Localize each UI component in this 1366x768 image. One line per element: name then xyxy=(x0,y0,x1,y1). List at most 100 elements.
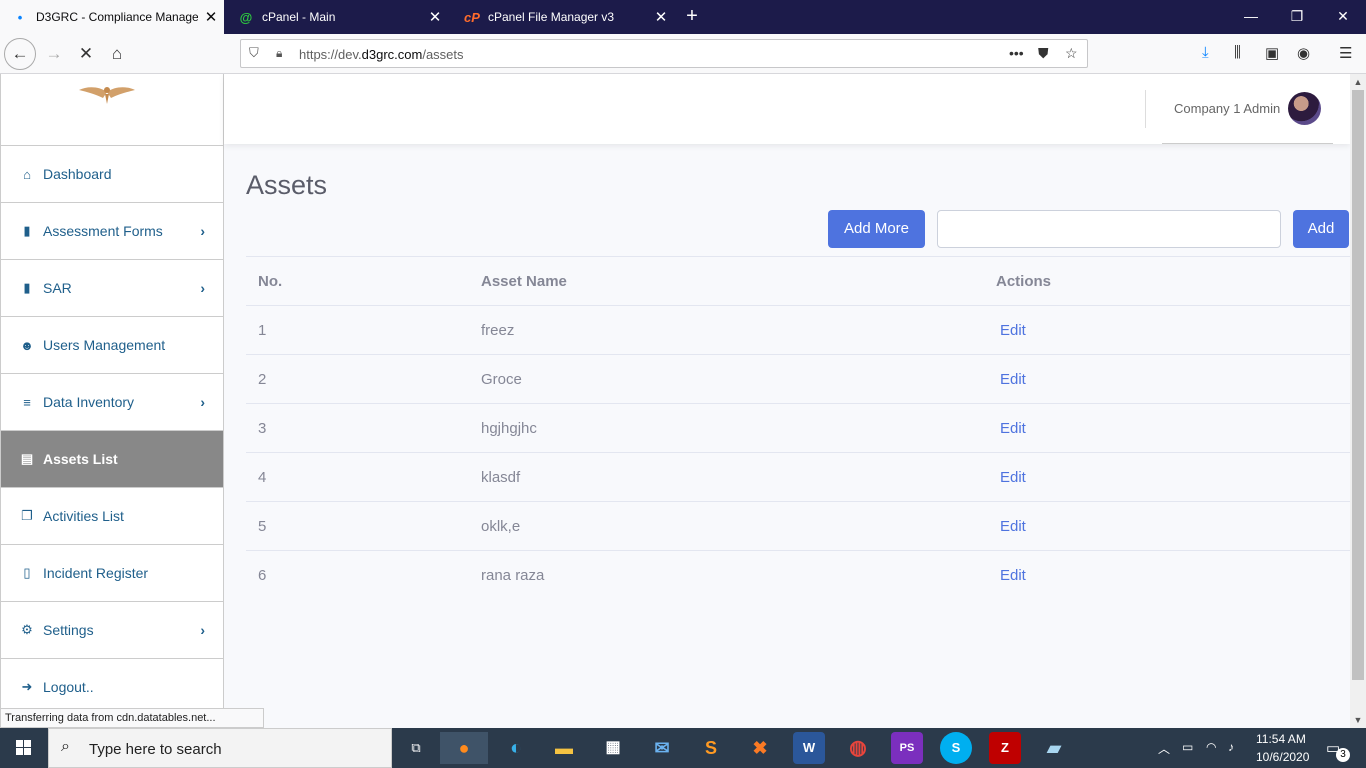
file-icon: ▮ xyxy=(23,280,31,295)
cpanel-at-icon: @ xyxy=(239,9,253,25)
column-header-no[interactable]: No. xyxy=(258,273,282,290)
table-row: 2 Groce Edit xyxy=(246,354,1350,403)
chevron-right-icon: › xyxy=(200,280,205,296)
users-icon: ☻ xyxy=(20,337,34,353)
edit-link[interactable]: Edit xyxy=(1000,518,1026,535)
shield-icon[interactable]: ⛉ xyxy=(249,45,259,61)
database-icon: ≡ xyxy=(23,394,31,410)
user-name[interactable]: Company 1 Admin xyxy=(1174,101,1280,116)
minimize-icon[interactable]: — xyxy=(1228,0,1274,34)
edit-link[interactable]: Edit xyxy=(1000,420,1026,437)
sidebar-toggle-icon[interactable]: ▣ xyxy=(1265,44,1279,62)
sidebar-item-incident-register[interactable]: ▯ Incident Register xyxy=(1,545,223,602)
page-title: Assets xyxy=(246,170,328,200)
clock-date[interactable]: 10/6/2020 xyxy=(1256,750,1309,764)
home-button[interactable]: ⌂ xyxy=(101,38,133,70)
sidebar-item-label: Activities List xyxy=(43,508,124,524)
file-explorer-icon[interactable]: ▬ xyxy=(548,732,580,764)
table-row: 3 hgjhgjhc Edit xyxy=(246,403,1350,452)
sidebar-item-assets-list[interactable]: ▤ Assets List xyxy=(1,431,223,488)
tray-chevron-up-icon[interactable]: ︿ xyxy=(1158,740,1170,757)
start-button[interactable] xyxy=(0,728,48,768)
sidebar-item-label: Settings xyxy=(43,622,94,638)
download-icon[interactable]: ⤓ xyxy=(1202,44,1209,61)
url-bar[interactable]: ⛉ 🔒︎ https://dev.d3grc.com/assets ••• ⛊ … xyxy=(240,39,1088,68)
tab-d3grc[interactable]: • D3GRC - Compliance Managem ✕ xyxy=(0,0,224,34)
scroll-up-icon[interactable]: ▲ xyxy=(1350,74,1366,90)
chevron-right-icon: › xyxy=(200,223,205,239)
sidebar-item-assessment-forms[interactable]: ▮ Assessment Forms › xyxy=(1,203,223,260)
notepad-icon[interactable]: ▰ xyxy=(1038,732,1070,764)
cpanel-logo-icon: cP xyxy=(464,9,480,25)
asset-name: hgjhgjhc xyxy=(481,420,537,437)
tab-cpanel-file-manager[interactable]: cP cPanel File Manager v3 ✕ xyxy=(452,0,674,34)
tab-dot-icon: • xyxy=(17,9,23,25)
table-row: 5 oklk,e Edit xyxy=(246,501,1350,550)
file-text-icon: ▤ xyxy=(20,451,34,466)
wifi-icon[interactable]: ◠ xyxy=(1206,740,1216,754)
library-icon[interactable]: ⫼ xyxy=(1234,44,1241,61)
close-icon[interactable]: ✕ xyxy=(648,8,674,26)
edit-link[interactable]: Edit xyxy=(1000,322,1026,339)
asset-name-input[interactable] xyxy=(937,210,1281,248)
scrollbar-thumb[interactable] xyxy=(1352,90,1364,680)
back-button[interactable]: ← xyxy=(4,38,36,70)
avatar[interactable] xyxy=(1288,92,1321,125)
pocket-icon[interactable]: ⛊ xyxy=(1038,45,1049,62)
add-more-button[interactable]: Add More xyxy=(828,210,925,248)
filezilla-icon[interactable]: Z xyxy=(989,732,1021,764)
taskbar-search[interactable]: ⌕ Type here to search xyxy=(48,728,392,768)
url-path: /assets xyxy=(422,47,464,62)
sidebar-item-activities-list[interactable]: ❐ Activities List xyxy=(1,488,223,545)
url-text[interactable]: https://dev.d3grc.com/assets xyxy=(299,47,464,62)
bookmark-star-icon[interactable]: ☆ xyxy=(1065,45,1078,62)
menu-icon[interactable]: ☰ xyxy=(1339,44,1352,62)
clock-time[interactable]: 11:54 AM xyxy=(1256,732,1306,746)
logo[interactable] xyxy=(1,74,223,146)
mail-icon[interactable]: ✉ xyxy=(646,732,678,764)
edit-link[interactable]: Edit xyxy=(1000,567,1026,584)
table-row: 4 klasdf Edit xyxy=(246,452,1350,501)
edit-link[interactable]: Edit xyxy=(1000,371,1026,388)
page-actions-icon[interactable]: ••• xyxy=(1009,45,1024,61)
close-icon[interactable]: ✕ xyxy=(198,8,224,26)
column-header-asset-name[interactable]: Asset Name xyxy=(481,273,567,290)
sidebar-item-settings[interactable]: ⚙ Settings › xyxy=(1,602,223,659)
close-icon[interactable]: ✕ xyxy=(422,8,448,26)
stop-loading-button[interactable]: ✕ xyxy=(70,38,102,70)
scroll-down-icon[interactable]: ▼ xyxy=(1350,712,1366,728)
header-divider xyxy=(1145,90,1146,128)
sidebar-item-dashboard[interactable]: ⌂ Dashboard xyxy=(1,146,223,203)
word-icon[interactable]: W xyxy=(793,732,825,764)
restore-icon[interactable]: ❐ xyxy=(1274,0,1320,34)
sublime-text-icon[interactable]: S xyxy=(695,732,727,764)
taskbar-search-placeholder: Type here to search xyxy=(89,741,222,758)
sidebar-item-users-management[interactable]: ☻ Users Management xyxy=(1,317,223,374)
edge-icon[interactable]: ◐ xyxy=(500,732,532,764)
asset-name: rana raza xyxy=(481,567,545,584)
xampp-icon[interactable]: ✖ xyxy=(744,732,776,764)
battery-icon[interactable]: ▭ xyxy=(1182,740,1193,754)
phpstorm-icon[interactable]: PS xyxy=(891,732,923,764)
store-icon[interactable]: ▦ xyxy=(597,732,629,764)
row-number: 5 xyxy=(258,518,267,535)
new-tab-button[interactable]: + xyxy=(680,4,704,28)
task-view-icon[interactable]: ⧉ xyxy=(400,732,432,764)
forward-button[interactable]: → xyxy=(38,38,70,70)
sidebar-item-sar[interactable]: ▮ SAR › xyxy=(1,260,223,317)
page-scrollbar[interactable]: ▲ ▼ xyxy=(1350,74,1366,728)
web-page: ⌂ Dashboard ▮ Assessment Forms › ▮ SAR › ☻ Users … xyxy=(0,74,1350,728)
add-button[interactable]: Add xyxy=(1293,210,1349,248)
file-outline-icon: ▯ xyxy=(23,565,31,580)
sidebar-item-data-inventory[interactable]: ≡ Data Inventory › xyxy=(1,374,223,431)
skype-icon[interactable]: S xyxy=(940,732,972,764)
lock-icon[interactable]: 🔒︎ xyxy=(276,46,282,61)
sidebar-item-label: Assessment Forms xyxy=(43,223,163,239)
edit-link[interactable]: Edit xyxy=(1000,469,1026,486)
window-close-icon[interactable]: ✕ xyxy=(1320,0,1366,34)
tab-cpanel-main[interactable]: @ cPanel - Main ✕ xyxy=(226,0,448,34)
chrome-icon[interactable]: ◍ xyxy=(842,732,874,764)
account-icon[interactable]: ◉ xyxy=(1297,44,1310,62)
volume-icon[interactable]: ♪ xyxy=(1228,740,1234,754)
firefox-icon[interactable]: ● xyxy=(440,732,488,764)
